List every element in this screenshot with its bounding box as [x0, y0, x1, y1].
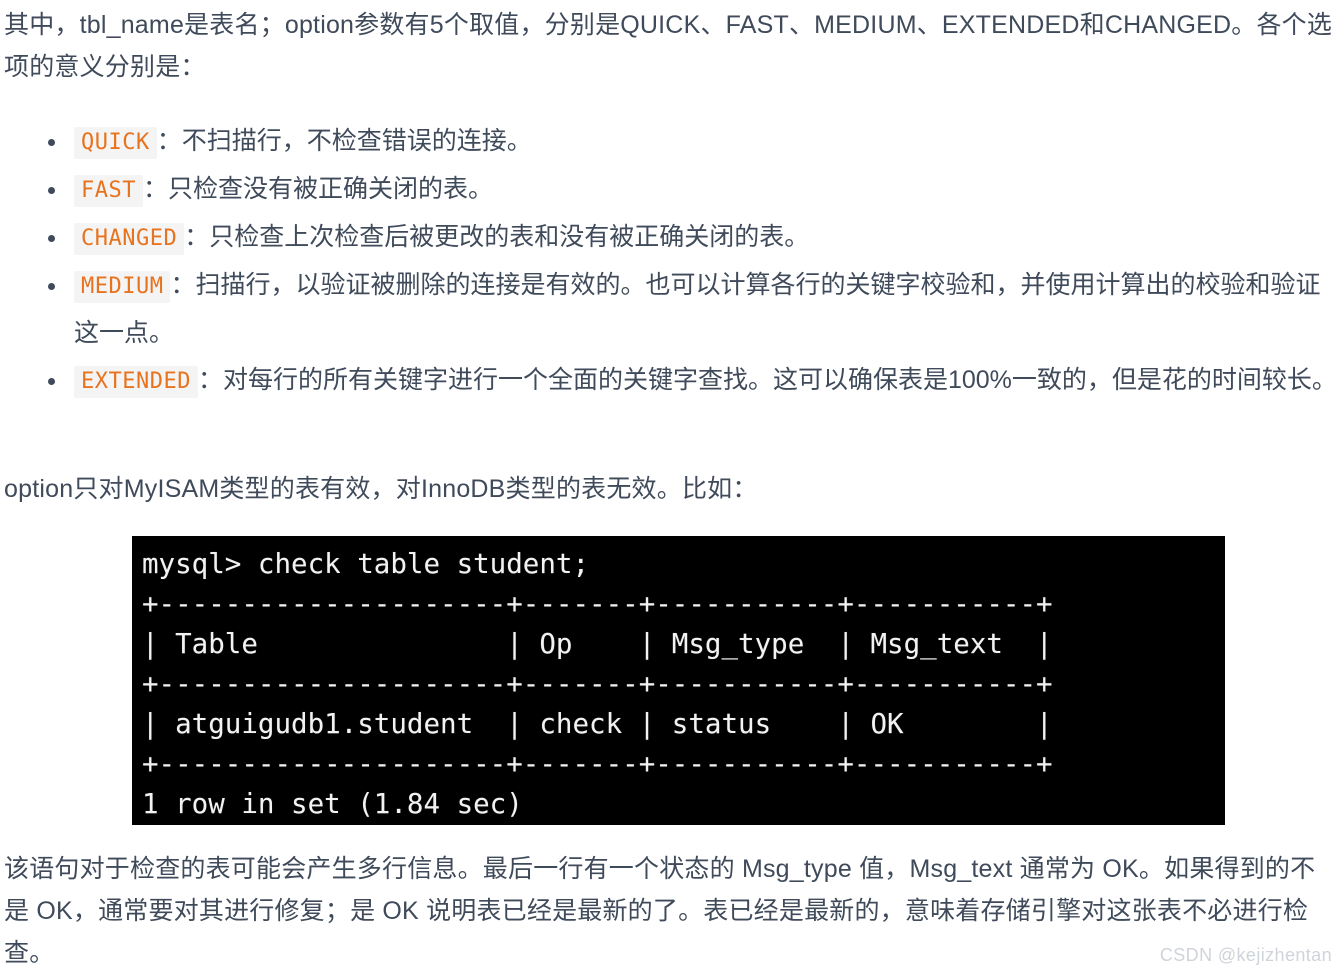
list-item-description: ：不扫描行，不检查错误的连接。 [156, 127, 532, 155]
bullet-dot-icon [48, 378, 55, 385]
terminal-output-block: mysql> check table student; +-----------… [132, 536, 1225, 825]
list-item: EXTENDED ：对每行的所有关键字进行一个全面的关键字查找。这可以确保表是10… [4, 357, 1340, 405]
bullet-dot-icon [48, 235, 55, 242]
option-list: QUICK ：不扫描行，不检查错误的连接。 FAST ：只检查没有被正确关闭的表。 … [4, 118, 1340, 405]
intro-paragraph: 其中，tbl_name是表名；option参数有5个取值，分别是QUICK、FA… [4, 11, 1333, 81]
bullet-dot-icon [48, 139, 55, 146]
list-item-description: ：只检查上次检查后被更改的表和没有被正确关闭的表。 [184, 223, 810, 251]
list-item: FAST ：只检查没有被正确关闭的表。 [4, 166, 1340, 214]
list-item-description: ：对每行的所有关键字进行一个全面的关键字查找。这可以确保表是100%一致的，但是… [197, 366, 1337, 394]
list-item-description: ：扫描行，以验证被删除的连接是有效的。也可以计算各行的关键字校验和，并使用计算出… [74, 271, 1321, 347]
list-item-description: ：只检查没有被正确关闭的表。 [142, 175, 493, 203]
bullet-dot-icon [48, 187, 55, 194]
list-item: QUICK ：不扫描行，不检查错误的连接。 [4, 118, 1340, 166]
option-scope-paragraph: option只对MyISAM类型的表有效，对InnoDB类型的表无效。比如： [4, 475, 758, 503]
inline-code-medium: MEDIUM [74, 271, 171, 303]
explanation-paragraph: 该语句对于检查的表可能会产生多行信息。最后一行有一个状态的 Msg_type 值… [4, 855, 1316, 967]
bullet-dot-icon [48, 283, 55, 290]
inline-code-changed: CHANGED [74, 223, 185, 255]
inline-code-extended: EXTENDED [74, 366, 198, 398]
list-item: CHANGED ：只检查上次检查后被更改的表和没有被正确关闭的表。 [4, 214, 1340, 262]
inline-code-quick: QUICK [74, 127, 157, 159]
article-page: 其中，tbl_name是表名；option参数有5个取值，分别是QUICK、FA… [0, 0, 1344, 980]
terminal-output-text: mysql> check table student; +-----------… [142, 548, 1053, 820]
inline-code-fast: FAST [74, 175, 143, 207]
csdn-watermark: CSDN @kejizhentan [1159, 945, 1332, 965]
list-item: MEDIUM ：扫描行，以验证被删除的连接是有效的。也可以计算各行的关键字校验和，… [4, 262, 1340, 357]
